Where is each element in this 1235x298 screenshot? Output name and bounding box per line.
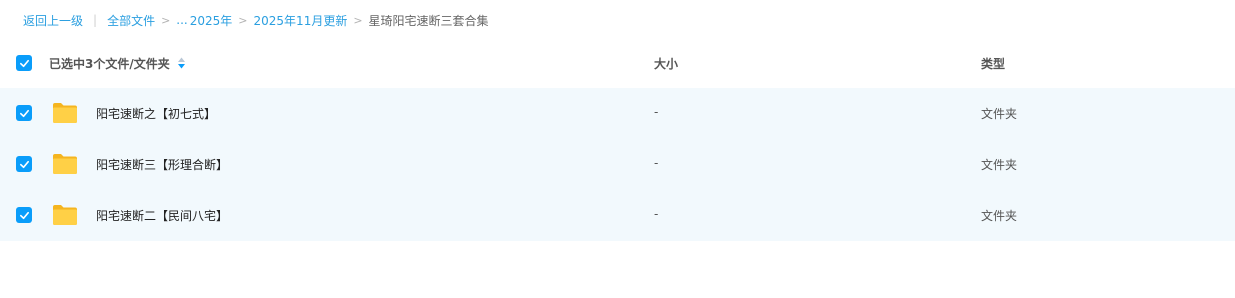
file-name[interactable]: 阳宅速断之【初七式】: [96, 105, 216, 122]
breadcrumb-divider: |: [93, 13, 98, 27]
breadcrumb-separator-icon: >: [353, 13, 363, 27]
row-checkbox[interactable]: [16, 105, 32, 121]
breadcrumb-item-2025-11[interactable]: 2025年11月更新: [254, 12, 348, 29]
selection-count-label: 已选中3个文件/文件夹: [49, 57, 170, 71]
breadcrumb: 返回上一级 | 全部文件 > ... 2025年 > 2025年11月更新 > …: [23, 10, 489, 30]
size-column-header[interactable]: 大小: [654, 55, 678, 72]
checkbox-checked-icon: [19, 211, 29, 219]
breadcrumb-root-link[interactable]: 全部文件: [107, 12, 155, 29]
folder-icon: [53, 205, 77, 225]
sort-icon[interactable]: [177, 57, 186, 69]
row-checkbox[interactable]: [16, 207, 32, 223]
folder-icon: [53, 154, 77, 174]
type-column-header[interactable]: 类型: [981, 55, 1005, 72]
file-size: -: [654, 105, 659, 119]
table-row[interactable]: 阳宅速断之【初七式】 - 文件夹: [0, 88, 1235, 139]
checkbox-checked-icon: [19, 109, 29, 117]
breadcrumb-ellipsis[interactable]: ...: [176, 13, 187, 27]
back-link[interactable]: 返回上一级: [23, 12, 83, 29]
breadcrumb-item-2025[interactable]: 2025年: [190, 12, 233, 29]
breadcrumb-current: 星琦阳宅速断三套合集: [368, 13, 489, 28]
file-type: 文件夹: [981, 209, 1018, 223]
file-name[interactable]: 阳宅速断三【形理合断】: [96, 156, 228, 173]
table-row[interactable]: 阳宅速断二【民间八宅】 - 文件夹: [0, 190, 1235, 241]
select-all-checkbox[interactable]: [16, 55, 32, 71]
table-row[interactable]: 阳宅速断三【形理合断】 - 文件夹: [0, 139, 1235, 190]
checkbox-checked-icon: [19, 160, 29, 168]
file-size: -: [654, 156, 659, 170]
breadcrumb-separator-icon: >: [238, 13, 248, 27]
file-list-header: 已选中3个文件/文件夹 大小 类型: [0, 38, 1235, 88]
file-size: -: [654, 207, 659, 221]
checkbox-checked-icon: [19, 59, 29, 67]
file-name[interactable]: 阳宅速断二【民间八宅】: [96, 207, 228, 224]
file-type: 文件夹: [981, 107, 1018, 121]
file-type: 文件夹: [981, 158, 1018, 172]
folder-icon: [53, 103, 77, 123]
breadcrumb-separator-icon: >: [161, 13, 171, 27]
row-checkbox[interactable]: [16, 156, 32, 172]
